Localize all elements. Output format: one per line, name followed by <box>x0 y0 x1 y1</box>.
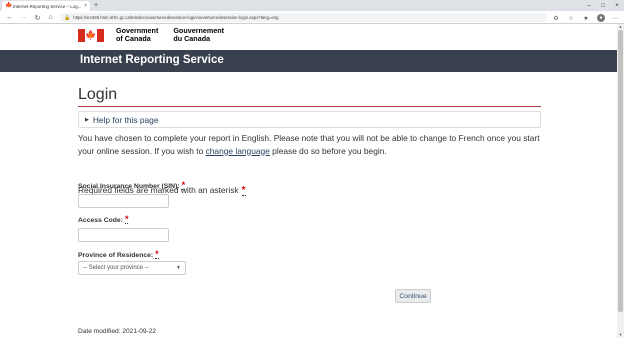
browser-tab[interactable]: 🍁 Internet Reporting Service – Log... × <box>2 1 90 11</box>
browser-toolbar: ← → ↻ ⌂ 🔒 https://srv265.hrdc-drhc.gc.ca… <box>0 11 624 24</box>
menu-dots-icon[interactable]: ⋯ <box>611 14 619 22</box>
app-title-bar: Internet Reporting Service <box>0 50 617 72</box>
caret-right-icon: ▶ <box>85 116 89 123</box>
browser-tab-bar: 🍁 Internet Reporting Service – Log... × … <box>0 0 624 11</box>
access-code-input[interactable] <box>78 228 169 242</box>
chevron-down-icon: ▼ <box>176 265 181 271</box>
window-controls: – □ × <box>582 0 624 11</box>
title-underline <box>78 106 541 107</box>
gc-signature[interactable]: 🍁 Government of Canada Gouvernement du C… <box>78 27 224 43</box>
province-label: Province of Residence: * <box>78 249 159 259</box>
province-select[interactable]: -- Select your province -- ▼ <box>78 261 186 275</box>
date-modified: Date modified: 2021-09-22 <box>78 328 157 335</box>
minimize-button[interactable]: – <box>582 0 596 11</box>
lock-icon: 🔒 <box>64 14 71 21</box>
maximize-button[interactable]: □ <box>596 0 610 11</box>
close-window-button[interactable]: × <box>610 0 624 11</box>
favorite-star-icon[interactable]: ☆ <box>567 14 575 22</box>
page-scrollbar[interactable]: ▲ ▼ <box>617 24 624 338</box>
sin-input[interactable] <box>78 194 169 208</box>
canada-flag-icon: 🍁 <box>78 28 104 42</box>
page-title: Login <box>78 86 118 103</box>
new-tab-button[interactable]: + <box>94 1 98 10</box>
profile-avatar-icon[interactable]: ● <box>597 14 605 22</box>
page-viewport: 🍁 Government of Canada Gouvernement du C… <box>0 24 617 338</box>
address-bar[interactable]: 🔒 https://srv265.hrdc-drhc.gc.ca/teledec… <box>60 13 547 22</box>
tab-close-button[interactable]: × <box>84 3 87 9</box>
change-language-link[interactable]: change language <box>206 146 270 156</box>
province-selected-value: -- Select your province -- <box>83 265 149 271</box>
help-details-toggle[interactable]: ▶ Help for this page <box>78 111 541 128</box>
continue-button[interactable]: Continue <box>395 289 431 303</box>
sin-label: Social Insurance Number (SIN): * <box>78 180 186 190</box>
intro-paragraph: You have chosen to complete your report … <box>78 133 540 156</box>
url-text: https://srv265.hrdc-drhc.gc.ca/teledec/o… <box>73 15 279 20</box>
back-icon[interactable]: ← <box>5 13 14 22</box>
site-permissions-icon[interactable]: ⚙ <box>552 14 560 22</box>
gov-wordmark-en: Government of Canada <box>116 26 159 43</box>
scroll-down-icon[interactable]: ▼ <box>617 332 624 338</box>
home-icon[interactable]: ⌂ <box>46 13 55 22</box>
gov-wordmark-fr: Gouvernement du Canada <box>173 26 225 43</box>
required-asterisk: * <box>124 214 129 224</box>
app-title: Internet Reporting Service <box>80 54 224 66</box>
collections-icon[interactable]: ★ <box>582 14 590 22</box>
forward-icon[interactable]: → <box>19 13 28 22</box>
tab-title: Internet Reporting Service – Log... <box>13 3 82 9</box>
maple-leaf-icon: 🍁 <box>5 2 13 9</box>
required-asterisk: * <box>181 180 186 190</box>
access-code-label: Access Code: * <box>78 214 129 224</box>
reload-icon[interactable]: ↻ <box>33 13 42 22</box>
scroll-thumb[interactable] <box>618 30 623 312</box>
help-label: Help for this page <box>92 114 159 125</box>
required-asterisk: * <box>241 185 246 196</box>
required-asterisk: * <box>155 249 159 259</box>
